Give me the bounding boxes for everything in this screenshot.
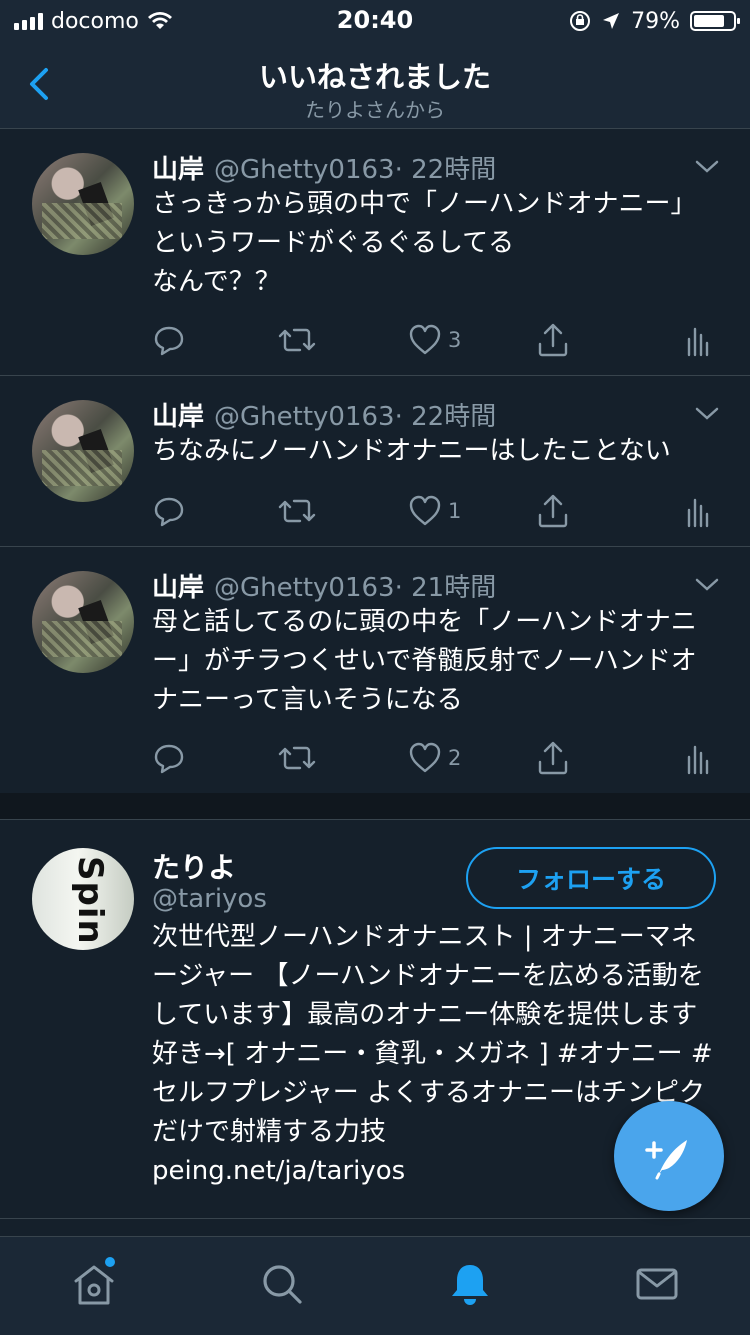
retweet-button[interactable] (278, 491, 316, 531)
avatar[interactable] (32, 571, 134, 673)
tweet-author-name: 山岸 (152, 573, 205, 603)
reply-button[interactable] (152, 491, 186, 531)
tweet-author-name: 山岸 (152, 155, 205, 185)
orientation-lock-icon (570, 11, 591, 31)
retweet-button[interactable] (278, 320, 316, 360)
tweet[interactable]: 山岸 @Ghetty0163· 21時間 母と話してるのに頭の中を「ノーハンドオナ… (0, 547, 750, 794)
analytics-button[interactable] (686, 491, 710, 531)
battery-percent: 79% (631, 8, 680, 34)
bell-icon (452, 1265, 488, 1305)
tweet-text: ちなみにノーハンドオナニーはしたことない (152, 436, 671, 466)
tab-bar (0, 1236, 750, 1335)
tweet[interactable]: 山岸 @Ghetty0163· 22時間 ちなみにノーハンドオナニーはしたことない… (0, 376, 750, 547)
like-count: 1 (448, 499, 462, 523)
tweet-author-name: 山岸 (152, 402, 205, 432)
share-button[interactable] (536, 738, 570, 778)
tweet-actions: 2 (152, 738, 712, 778)
chevron-down-icon[interactable] (694, 577, 720, 593)
status-bar: docomo 20:40 79% (0, 0, 750, 40)
tab-messages[interactable] (632, 1259, 682, 1309)
heart-icon (409, 742, 441, 773)
like-button[interactable]: 3 (408, 320, 461, 360)
analytics-icon (687, 498, 709, 528)
avatar[interactable]: Spin (32, 848, 134, 950)
tab-search[interactable] (257, 1259, 307, 1309)
tweet-author-handle: @Ghetty0163 (214, 573, 395, 603)
like-button[interactable]: 2 (408, 738, 461, 778)
tweet-timestamp: · 22時間 (394, 402, 497, 432)
tweet-author-handle: @Ghetty0163 (214, 155, 395, 185)
tweet-timestamp: · 22時間 (394, 155, 497, 185)
tweet-text: さっきっから頭の中で「ノーハンドオナニー」というワードがぐるぐるしてる なんで？… (152, 189, 697, 297)
mail-icon (636, 1268, 678, 1300)
tweet-header: 山岸 @Ghetty0163· 21時間 (152, 567, 496, 604)
reply-icon (154, 497, 184, 527)
page-title: いいねされました (258, 60, 491, 94)
tweet-header: 山岸 @Ghetty0163· 22時間 (152, 149, 496, 186)
unread-indicator (105, 1257, 115, 1267)
follow-button[interactable]: フォローする (466, 847, 716, 909)
location-icon (603, 13, 620, 29)
share-icon (538, 494, 568, 528)
page-subtitle: たりよさんから (305, 98, 445, 122)
analytics-button[interactable] (686, 738, 710, 778)
analytics-icon (687, 745, 709, 775)
retweet-icon (278, 499, 316, 523)
heart-icon (409, 324, 441, 355)
heart-icon (409, 495, 441, 526)
search-icon (263, 1265, 302, 1304)
avatar[interactable] (32, 400, 134, 502)
tweet-text: 母と話してるのに頭の中を「ノーハンドオナニー」がチラつくせいで脊髄反射でノーハン… (152, 607, 697, 715)
chevron-down-icon[interactable] (694, 159, 720, 175)
tweet-actions: 1 (152, 491, 712, 531)
share-icon (538, 323, 568, 357)
section-divider (0, 793, 750, 820)
tweet-timestamp: · 21時間 (394, 573, 497, 603)
retweet-icon (278, 746, 316, 770)
avatar-logo-text: Spin (70, 856, 110, 945)
battery-icon (690, 11, 740, 31)
reply-icon (154, 326, 184, 356)
user-name: たりよ (152, 851, 237, 884)
compose-tweet-button[interactable] (614, 1101, 724, 1211)
share-icon (538, 741, 568, 775)
analytics-button[interactable] (686, 320, 710, 360)
status-right: 79% (569, 6, 740, 36)
tweet-actions: 3 (152, 320, 712, 360)
like-count: 3 (448, 328, 462, 352)
retweet-icon (278, 328, 316, 352)
chevron-down-icon[interactable] (694, 406, 720, 422)
reply-icon (154, 744, 184, 774)
retweet-button[interactable] (278, 738, 316, 778)
like-count: 2 (448, 746, 462, 770)
tweet-author-handle: @Ghetty0163 (214, 402, 395, 432)
navigation-bar: いいねされました たりよさんから (0, 40, 750, 129)
share-button[interactable] (536, 320, 570, 360)
user-handle: @tariyos (152, 884, 267, 914)
like-button[interactable]: 1 (408, 491, 461, 531)
tweet-header: 山岸 @Ghetty0163· 22時間 (152, 396, 496, 433)
tweet[interactable]: 山岸 @Ghetty0163· 22時間 さっきっから頭の中で「ノーハンドオナニー… (0, 129, 750, 376)
reply-button[interactable] (152, 320, 186, 360)
tab-notifications[interactable] (445, 1259, 495, 1309)
avatar[interactable] (32, 153, 134, 255)
analytics-icon (687, 327, 709, 357)
share-button[interactable] (536, 491, 570, 531)
reply-button[interactable] (152, 738, 186, 778)
compose-tweet-icon (645, 1140, 687, 1180)
